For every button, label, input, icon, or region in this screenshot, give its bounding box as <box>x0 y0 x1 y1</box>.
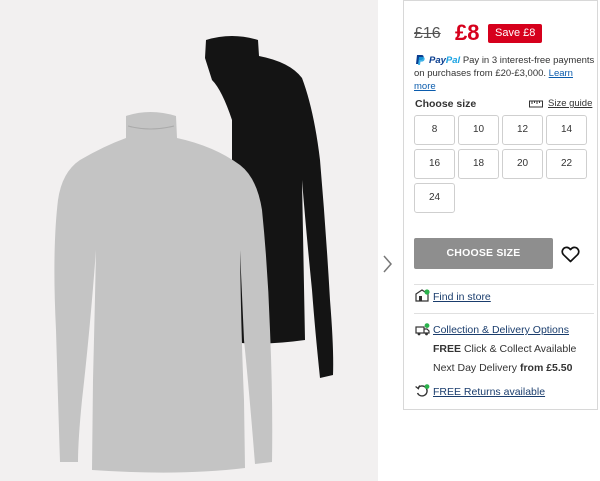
sale-price: £8 <box>455 20 480 45</box>
divider <box>414 313 594 314</box>
find-in-store-link[interactable]: Find in store <box>433 291 491 303</box>
size-option-24[interactable]: 24 <box>414 183 455 213</box>
price-row: £16 £8 Save £8 <box>414 20 594 46</box>
size-option-18[interactable]: 18 <box>458 149 499 179</box>
free-returns-link[interactable]: FREE Returns available <box>433 386 545 398</box>
original-price: £16 <box>414 25 441 42</box>
size-option-22[interactable]: 22 <box>546 149 587 179</box>
paypal-icon <box>416 55 425 65</box>
size-option-12[interactable]: 12 <box>502 115 543 145</box>
returns-icon <box>415 384 430 397</box>
size-option-14[interactable]: 14 <box>546 115 587 145</box>
delivery-truck-icon <box>415 323 430 336</box>
divider <box>414 284 594 285</box>
ruler-icon <box>529 100 543 108</box>
size-option-8[interactable]: 8 <box>414 115 455 145</box>
heart-icon[interactable] <box>561 246 580 263</box>
store-icon <box>415 289 430 302</box>
choose-size-button[interactable]: CHOOSE SIZE <box>414 238 553 269</box>
save-badge: Save £8 <box>488 24 543 43</box>
size-option-16[interactable]: 16 <box>414 149 455 179</box>
choose-size-label: Choose size <box>415 98 477 110</box>
click-collect-info: FREE Click & Collect Available <box>433 343 577 355</box>
size-option-20[interactable]: 20 <box>502 149 543 179</box>
paypal-brand: PayPal <box>429 55 461 66</box>
product-image <box>0 0 378 481</box>
size-option-10[interactable]: 10 <box>458 115 499 145</box>
next-day-delivery-info: Next Day Delivery from £5.50 <box>433 362 573 374</box>
next-image-arrow[interactable] <box>380 253 394 275</box>
turtleneck-tops-illustration <box>54 36 334 473</box>
paypal-message: PayPal Pay in 3 interest-free payments o… <box>414 54 596 93</box>
size-guide-link[interactable]: Size guide <box>548 98 592 109</box>
collection-delivery-options-link[interactable]: Collection & Delivery Options <box>433 324 569 336</box>
purchase-panel: £16 £8 Save £8 PayPal Pay in 3 interest-… <box>403 0 598 410</box>
grey-turtleneck <box>54 112 273 473</box>
